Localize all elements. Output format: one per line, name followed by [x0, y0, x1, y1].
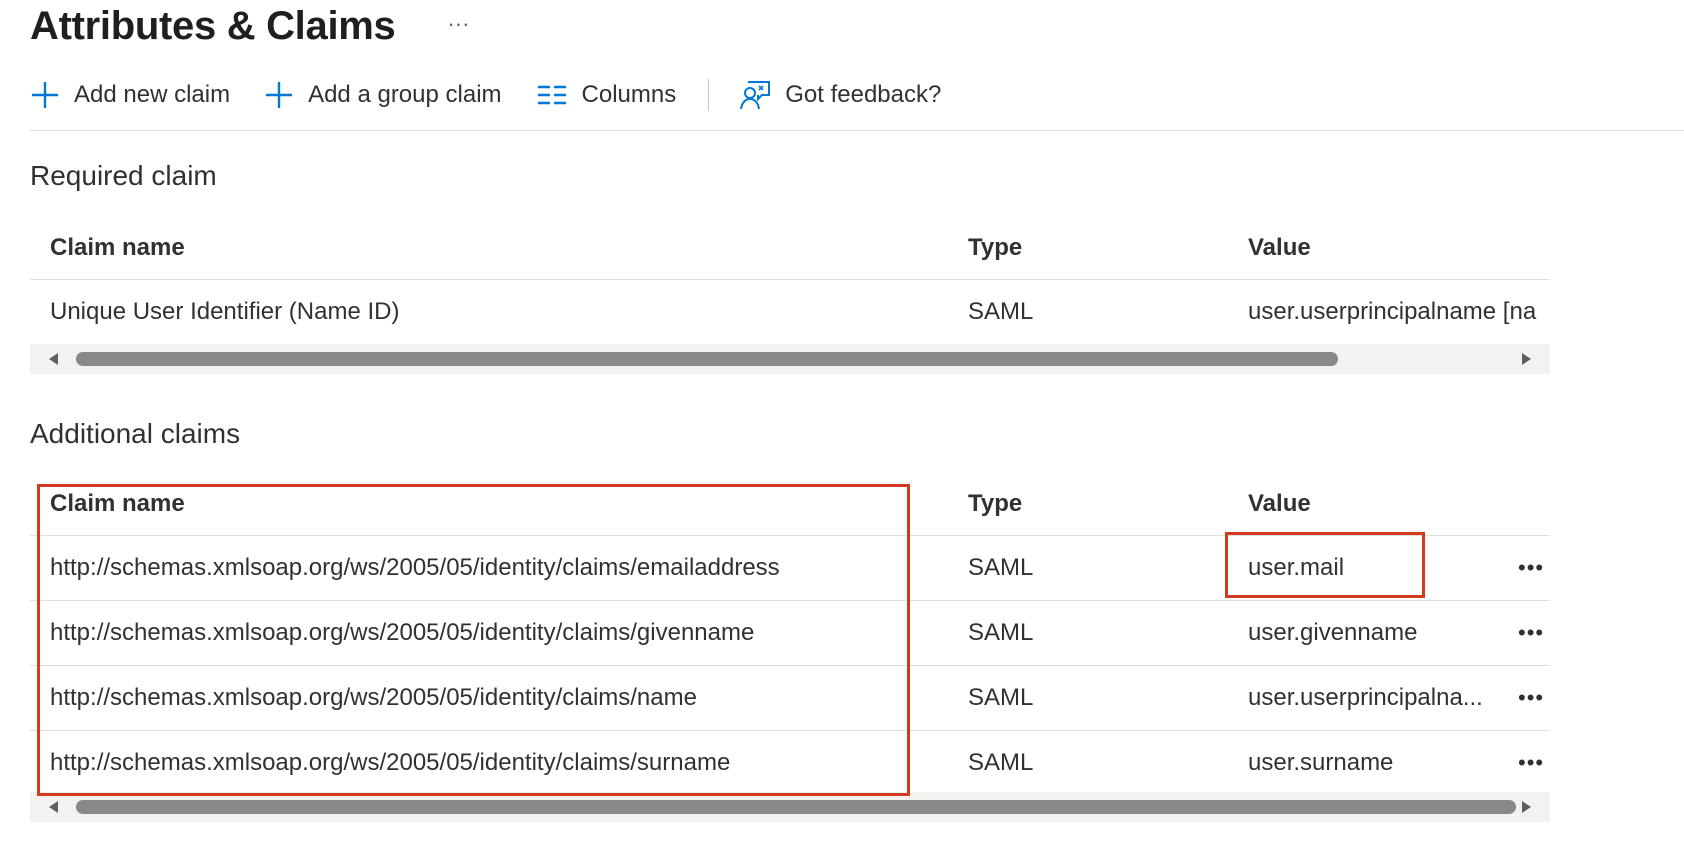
table-header-row: Claim name Type Value — [30, 472, 1550, 536]
table-row[interactable]: Unique User Identifier (Name ID) SAML us… — [30, 280, 1550, 345]
toolbar-separator — [708, 79, 710, 111]
columns-label: Columns — [581, 81, 677, 108]
add-new-claim-label: Add new claim — [74, 81, 231, 108]
feedback-label: Got feedback? — [785, 81, 942, 108]
add-group-claim-button[interactable]: Add a group claim — [264, 73, 502, 117]
table-row[interactable]: http://schemas.xmlsoap.org/ws/2005/05/id… — [30, 536, 1550, 601]
columns-icon — [536, 83, 568, 107]
claim-name-cell: Unique User Identifier (Name ID) — [50, 298, 400, 325]
column-header-value[interactable]: Value — [1248, 216, 1550, 279]
horizontal-scrollbar[interactable] — [30, 344, 1550, 374]
additional-claims-table: Claim name Type Value http://schemas.xml… — [30, 472, 1550, 796]
column-header-type[interactable]: Type — [968, 472, 1168, 535]
scroll-right-icon[interactable] — [1512, 344, 1542, 374]
plus-icon — [264, 80, 294, 110]
scroll-thumb[interactable] — [76, 352, 1338, 366]
claim-name-cell: http://schemas.xmlsoap.org/ws/2005/05/id… — [50, 619, 755, 646]
claim-value-cell: user.givenname — [1248, 619, 1418, 646]
claim-value-cell: user.surname — [1248, 749, 1394, 776]
claim-type-cell: SAML — [968, 684, 1034, 711]
claim-type-cell: SAML — [968, 298, 1034, 325]
row-more-icon[interactable]: ••• — [1518, 536, 1550, 600]
horizontal-scrollbar[interactable] — [30, 792, 1550, 822]
claim-name-cell: http://schemas.xmlsoap.org/ws/2005/05/id… — [50, 554, 780, 581]
scroll-thumb[interactable] — [76, 800, 1516, 814]
page-title: Attributes & Claims — [30, 3, 396, 48]
claim-name-cell: http://schemas.xmlsoap.org/ws/2005/05/id… — [50, 749, 731, 776]
columns-button[interactable]: Columns — [536, 73, 677, 117]
scroll-right-icon[interactable] — [1512, 792, 1542, 822]
table-row[interactable]: http://schemas.xmlsoap.org/ws/2005/05/id… — [30, 666, 1550, 731]
claim-value-cell: user.userprincipalna... — [1248, 684, 1483, 711]
column-header-claim-name[interactable]: Claim name — [50, 216, 930, 279]
required-claim-title: Required claim — [30, 160, 217, 191]
scroll-left-icon[interactable] — [38, 344, 68, 374]
row-more-icon[interactable]: ••• — [1518, 731, 1550, 795]
table-header-row: Claim name Type Value — [30, 216, 1550, 280]
page-header: Attributes & Claims ··· — [30, 0, 469, 52]
required-claims-table: Claim name Type Value Unique User Identi… — [30, 216, 1550, 345]
column-header-value[interactable]: Value — [1248, 472, 1550, 535]
claim-name-cell: http://schemas.xmlsoap.org/ws/2005/05/id… — [50, 684, 697, 711]
table-row[interactable]: http://schemas.xmlsoap.org/ws/2005/05/id… — [30, 731, 1550, 796]
table-row[interactable]: http://schemas.xmlsoap.org/ws/2005/05/id… — [30, 601, 1550, 666]
command-bar: Add new claim Add a group claim Columns — [30, 70, 975, 120]
feedback-icon — [739, 79, 771, 111]
feedback-button[interactable]: Got feedback? — [739, 73, 941, 117]
row-more-icon[interactable]: ••• — [1518, 601, 1550, 665]
additional-claims-title: Additional claims — [30, 418, 241, 449]
column-header-type[interactable]: Type — [968, 216, 1168, 279]
plus-icon — [30, 80, 60, 110]
add-group-claim-label: Add a group claim — [308, 81, 502, 108]
add-new-claim-button[interactable]: Add new claim — [30, 73, 230, 117]
row-more-icon[interactable]: ••• — [1518, 666, 1550, 730]
column-header-claim-name[interactable]: Claim name — [50, 472, 930, 535]
claim-type-cell: SAML — [968, 619, 1034, 646]
claim-value-cell: user.mail — [1248, 554, 1345, 581]
claim-type-cell: SAML — [968, 554, 1034, 581]
toolbar-divider — [30, 130, 1684, 131]
more-options-icon[interactable]: ··· — [447, 11, 469, 37]
scroll-left-icon[interactable] — [38, 792, 68, 822]
claim-value-cell: user.userprincipalname [na — [1248, 298, 1537, 325]
claim-type-cell: SAML — [968, 749, 1034, 776]
